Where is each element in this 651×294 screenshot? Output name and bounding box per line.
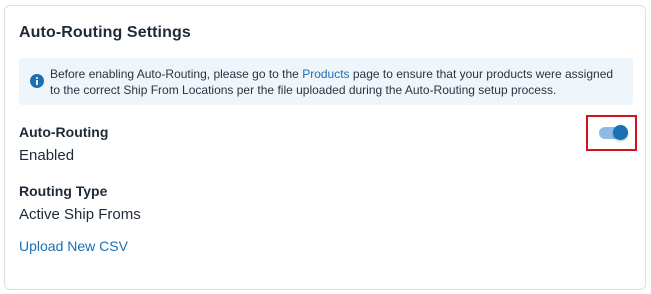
routing-type-label: Routing Type bbox=[19, 183, 108, 199]
products-link[interactable]: Products bbox=[302, 67, 349, 81]
routing-type-value: Active Ship Froms bbox=[19, 206, 141, 223]
auto-routing-settings-card: Auto-Routing Settings Before enabling Au… bbox=[4, 5, 646, 290]
info-text-before: Before enabling Auto-Routing, please go … bbox=[50, 67, 303, 81]
card-title: Auto-Routing Settings bbox=[19, 24, 191, 41]
info-circle-icon bbox=[30, 74, 44, 88]
info-banner: Before enabling Auto-Routing, please go … bbox=[19, 58, 633, 105]
toggle-highlight-box bbox=[586, 115, 637, 151]
info-message: Before enabling Auto-Routing, please go … bbox=[50, 66, 625, 98]
auto-routing-label: Auto-Routing bbox=[19, 124, 109, 140]
upload-new-csv-link[interactable]: Upload New CSV bbox=[19, 238, 128, 254]
toggle-knob bbox=[613, 125, 628, 140]
auto-routing-toggle[interactable] bbox=[599, 125, 628, 140]
auto-routing-status: Enabled bbox=[19, 147, 75, 164]
